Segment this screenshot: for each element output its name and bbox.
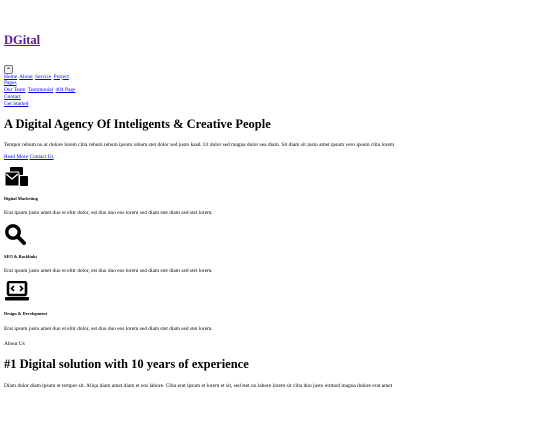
- service-title: Digital Marketing: [4, 195, 38, 201]
- nav-link-service[interactable]: Service: [35, 74, 51, 80]
- about-section: About Us #1 Digital solution with 10 yea…: [4, 341, 536, 389]
- hamburger-icon: ≡: [7, 65, 11, 72]
- nav-dropdown-pages[interactable]: Pages: [4, 80, 536, 87]
- contact-us-button[interactable]: Contact Us: [29, 154, 53, 160]
- nav-link-contact[interactable]: Contact: [4, 94, 536, 101]
- search-icon: [5, 223, 26, 245]
- service-title: Design & Development: [4, 311, 48, 316]
- get-started-button[interactable]: Get Started: [4, 101, 536, 108]
- laptop-code-icon: [5, 281, 29, 301]
- nav-link-testimonial[interactable]: Testimonial: [28, 87, 53, 93]
- service-text: Erat ipsum justo amet duo et elitr dolor…: [4, 210, 213, 216]
- brand-logo-link[interactable]: DGital: [4, 33, 536, 49]
- nav-link-home[interactable]: Home: [4, 74, 17, 80]
- nav-link-our-team[interactable]: Our Team: [4, 87, 26, 93]
- mail-bulk-icon: [4, 166, 28, 186]
- nav-link-project[interactable]: Project: [54, 74, 69, 80]
- about-label: About Us: [4, 341, 25, 348]
- hero-text: Tempor rebum no at dolore lorem clita re…: [4, 142, 395, 148]
- about-text: Diam dolor diam ipsum et tempor sit. Ali…: [4, 382, 393, 389]
- service-text: Erat ipsum justo amet duo et elitr dolor…: [4, 325, 213, 332]
- service-item: Digital Marketing Erat ipsum justo amet …: [4, 166, 536, 217]
- service-text: Erat ipsum justo amet duo et elitr dolor…: [4, 268, 213, 275]
- read-more-button[interactable]: Read More: [4, 154, 28, 160]
- service-item: Design & Development Erat ipsum justo am…: [4, 281, 536, 332]
- hero-section: A Digital Agency Of Inteligents & Creati…: [4, 117, 536, 160]
- nav-links-primary: Home About Service Project: [4, 74, 536, 81]
- service-item: SEO & Backlinks Erat ipsum justo amet du…: [4, 223, 536, 275]
- hero-actions: Read More Contact Us: [4, 154, 536, 161]
- page: DGital ≡ Home About Service Project Page…: [0, 33, 540, 389]
- navbar-toggler-button[interactable]: ≡: [4, 64, 14, 74]
- nav-links-pages: Our Team Testimonial 404 Page: [4, 87, 536, 94]
- service-title: SEO & Backlinks: [4, 253, 38, 259]
- services-section: Digital Marketing Erat ipsum justo amet …: [4, 166, 536, 333]
- navbar: DGital ≡ Home About Service Project Page…: [4, 33, 536, 107]
- nav-link-about[interactable]: About: [19, 74, 32, 80]
- hero-title: A Digital Agency Of Inteligents & Creati…: [4, 117, 271, 132]
- about-title: #1 Digital solution with 10 years of exp…: [4, 357, 249, 371]
- nav-link-404[interactable]: 404 Page: [56, 87, 76, 93]
